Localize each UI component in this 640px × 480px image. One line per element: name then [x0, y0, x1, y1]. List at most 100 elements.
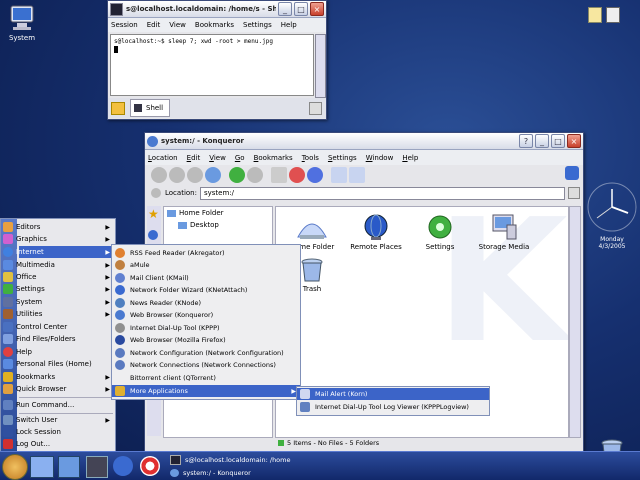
k-menu-item-quick-browser[interactable]: Quick Browser ▶	[3, 383, 113, 395]
clipboard-icon[interactable]	[606, 7, 620, 23]
menu-tools[interactable]: Tools	[302, 154, 319, 162]
reload-icon[interactable]	[229, 167, 245, 183]
tree-desktop[interactable]: Desktop	[164, 219, 272, 231]
kcontrol-launcher-icon[interactable]	[113, 456, 133, 476]
close-session-icon[interactable]	[309, 102, 322, 115]
menu-window[interactable]: Window	[366, 154, 394, 162]
forward-icon[interactable]	[169, 167, 185, 183]
k-menu-item-label: Multimedia	[16, 261, 55, 269]
menu-settings[interactable]: Settings	[243, 21, 272, 29]
k-menu-item-lock-session[interactable]: Lock Session	[3, 426, 113, 438]
menu-view[interactable]: View	[209, 154, 226, 162]
internet-item-network-config[interactable]: Network Configuration (Network Configura…	[112, 347, 300, 359]
menu-bookmarks[interactable]: Bookmarks	[254, 154, 293, 162]
menu-help[interactable]: Help	[281, 21, 297, 29]
notes-icon[interactable]	[588, 7, 602, 23]
konqueror-titlebar[interactable]: system:/ - Konqueror ? _ □ ×	[145, 133, 583, 150]
back-icon[interactable]	[151, 167, 167, 183]
menu-settings[interactable]: Settings	[328, 154, 357, 162]
internet-item-kppp[interactable]: Internet Dial-Up Tool (KPPP)	[112, 322, 300, 334]
taskbar-task-konqueror[interactable]: system:/ - Konqueror	[170, 466, 298, 479]
shell-tab[interactable]: Shell	[130, 99, 170, 117]
new-session-icon[interactable]	[111, 102, 125, 115]
menu-edit[interactable]: Edit	[147, 21, 161, 29]
internet-item-firefox[interactable]: Web Browser (Mozilla Firefox)	[112, 334, 300, 346]
taskbar-task-shell[interactable]: s@localhost.localdomain: /home	[170, 453, 298, 466]
internet-item-more-applications[interactable]: More Applications ▶	[112, 385, 300, 397]
k-menu-item-personal-files[interactable]: Personal Files (Home)	[3, 358, 113, 370]
internet-item-knetattach[interactable]: Network Folder Wizard (KNetAttach)	[112, 284, 300, 296]
k-menu-item-run-command[interactable]: Run Command...	[3, 399, 113, 411]
print-icon[interactable]	[271, 167, 287, 183]
maximize-button[interactable]: □	[294, 2, 308, 16]
remote-places-item[interactable]: Remote Places	[344, 213, 408, 251]
help-launcher-icon[interactable]	[140, 456, 160, 476]
menu-location[interactable]: Location	[148, 154, 178, 162]
k-menu-item-system[interactable]: System ▶	[3, 296, 113, 308]
system-desktop-icon[interactable]: System	[4, 4, 40, 42]
k-menu-item-settings[interactable]: Settings ▶	[3, 283, 113, 295]
storage-media-item[interactable]: Storage Media	[472, 213, 536, 251]
minimize-button[interactable]: _	[535, 134, 549, 148]
maximize-button[interactable]: □	[551, 134, 565, 148]
k-menu-item-log-out[interactable]: Log Out...	[3, 438, 113, 450]
go-icon[interactable]	[567, 187, 580, 199]
top-right-kicker-icons	[586, 7, 638, 23]
minimize-button[interactable]: _	[278, 2, 292, 16]
settings-item[interactable]: Settings	[408, 213, 472, 251]
menu-session[interactable]: Session	[111, 21, 138, 29]
k-menu-item-editors[interactable]: Editors ▶	[3, 221, 113, 233]
view-list-icon[interactable]	[349, 167, 365, 183]
menu-edit[interactable]: Edit	[187, 154, 201, 162]
shell-titlebar[interactable]: s@localhost.localdomain: /home/s - Shell…	[108, 1, 326, 18]
help-button[interactable]: ?	[519, 134, 533, 148]
view-mode-icon[interactable]	[331, 167, 347, 183]
bookmarks-star-icon[interactable]: ★	[148, 208, 160, 220]
menu-help[interactable]: Help	[402, 154, 418, 162]
internet-item-kmail[interactable]: Mail Client (KMail)	[112, 272, 300, 284]
tree-home-folder[interactable]: Home Folder	[164, 207, 272, 219]
menu-view[interactable]: View	[169, 21, 186, 29]
k-menu-item-help[interactable]: Help	[3, 346, 113, 358]
stop-icon[interactable]	[247, 167, 263, 183]
submenu-arrow-icon: ▶	[105, 248, 110, 256]
k-menu-item-multimedia[interactable]: Multimedia ▶	[3, 259, 113, 271]
internet-item-amule[interactable]: aMule	[112, 259, 300, 271]
internet-item-knode[interactable]: News Reader (KNode)	[112, 297, 300, 309]
k-menu-item-control-center[interactable]: Control Center	[3, 321, 113, 333]
internet-item-network-connections[interactable]: Network Connections (Network Connections…	[112, 359, 300, 371]
konsole-launcher-icon[interactable]	[58, 456, 80, 478]
icon-view-scrollbar[interactable]	[569, 206, 581, 438]
k-menu-item-find-files[interactable]: Find Files/Folders	[3, 333, 113, 345]
close-button[interactable]: ×	[310, 2, 324, 16]
terminal-launcher-icon[interactable]	[86, 456, 108, 478]
more-item-kppplogview[interactable]: Internet Dial-Up Tool Log Viewer (KPPPLo…	[297, 401, 489, 413]
k-menu-item-switch-user[interactable]: Switch User ▶	[3, 414, 113, 426]
up-icon[interactable]	[187, 167, 203, 183]
zoom-out-icon[interactable]	[307, 167, 323, 183]
k-menu-item-internet[interactable]: Internet ▶	[3, 246, 113, 258]
konqueror-icon	[115, 310, 125, 320]
desktop-switch-icon[interactable]	[30, 456, 54, 478]
zoom-in-icon[interactable]	[289, 167, 305, 183]
history-icon[interactable]	[148, 230, 158, 240]
task-konsole-icon	[170, 454, 181, 465]
internet-item-qtorrent[interactable]: Bittorrent client (QTorrent)	[112, 372, 300, 384]
k-menu-item-utilities[interactable]: Utilities ▶	[3, 308, 113, 320]
location-input[interactable]: system:/	[199, 186, 565, 200]
home-icon[interactable]	[205, 167, 221, 183]
k-menu-item-graphics[interactable]: Graphics ▶	[3, 233, 113, 245]
k-menu-item-office[interactable]: Office ▶	[3, 271, 113, 283]
k-menu-item-bookmarks[interactable]: Bookmarks ▶	[3, 371, 113, 383]
submenu-arrow-icon: ▶	[105, 273, 110, 281]
menu-go[interactable]: Go	[235, 154, 245, 162]
k-menu-button[interactable]	[2, 454, 28, 480]
close-button[interactable]: ×	[567, 134, 581, 148]
more-item-korn[interactable]: Mail Alert (Korn)	[297, 388, 489, 400]
terminal-scrollbar[interactable]	[315, 34, 326, 98]
internet-item-konqueror[interactable]: Web Browser (Konqueror)	[112, 309, 300, 321]
menu-bookmarks[interactable]: Bookmarks	[195, 21, 234, 29]
clear-location-icon[interactable]	[151, 188, 161, 198]
terminal-area[interactable]: s@localhost:~$ sleep 7; xwd -root > menu…	[110, 34, 314, 96]
internet-item-akregator[interactable]: RSS Feed Reader (Akregator)	[112, 247, 300, 259]
